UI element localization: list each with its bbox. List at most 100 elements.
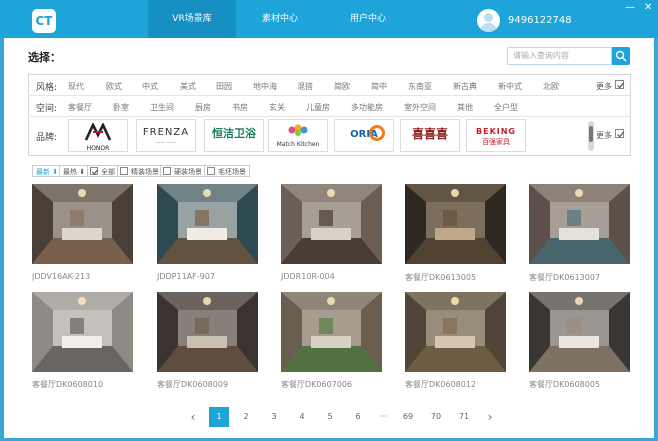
filter-space-item[interactable]: 玄关 (269, 102, 285, 113)
filter-style-item[interactable]: 新古典 (453, 81, 477, 92)
filter-style-item[interactable]: 地中海 (253, 81, 277, 92)
filter-space-item[interactable]: 书房 (232, 102, 248, 113)
tab-user-center[interactable]: 用户中心 (324, 0, 412, 38)
brand-scrollbar-thumb[interactable] (589, 126, 593, 142)
filter-space-item[interactable]: 卧室 (113, 102, 129, 113)
scene-thumbnail[interactable] (529, 292, 630, 372)
scene-image (32, 292, 133, 372)
style-more-link[interactable]: 更多 (596, 81, 612, 92)
brand-frenza[interactable]: FRENZA —— —— (136, 119, 196, 152)
filter-style-item[interactable]: 田园 (216, 81, 232, 92)
type-all-label: 全部 (101, 168, 115, 176)
minimize-button[interactable]: — (625, 2, 635, 14)
filter-label-brand: 品牌: (36, 133, 58, 143)
page-button[interactable]: 6 (348, 407, 368, 427)
honor-logo-icon (84, 122, 112, 141)
sort-latest-button[interactable]: 最新 ⬇ (32, 165, 63, 177)
scene-thumbnail[interactable] (157, 292, 258, 372)
scene-title[interactable]: JDDV16AK-213 (32, 272, 90, 281)
filter-style-item[interactable]: 简欧 (334, 81, 350, 92)
page-button[interactable]: 4 (292, 407, 312, 427)
search-input[interactable]: 请输入查询内容 (507, 47, 612, 65)
scene-title[interactable]: 客餐厅DK0613007 (529, 272, 600, 283)
scene-title[interactable]: 客餐厅DK0608009 (157, 379, 228, 390)
filter-divider (28, 95, 631, 96)
scene-title[interactable]: 客餐厅DK0608005 (529, 379, 600, 390)
scene-title[interactable]: 客餐厅DK0608010 (32, 379, 103, 390)
scene-thumbnail[interactable] (281, 184, 382, 264)
filter-style-item[interactable]: 美式 (180, 81, 196, 92)
filter-space-item[interactable]: 多功能房 (351, 102, 383, 113)
type-fine-checkbox[interactable] (120, 167, 128, 175)
close-button[interactable]: ✕ (644, 2, 652, 14)
scene-thumbnail[interactable] (32, 292, 133, 372)
scene-image (405, 184, 506, 264)
filter-style-item[interactable]: 北欧 (543, 81, 559, 92)
scene-thumbnail[interactable] (405, 184, 506, 264)
filter-style-item[interactable]: 混搭 (297, 81, 313, 92)
scene-title[interactable]: 客餐厅DK0607006 (281, 379, 352, 390)
type-filter-hard[interactable]: 硬装场景 (160, 165, 206, 177)
scene-thumbnail[interactable] (529, 184, 630, 264)
brand-more-link[interactable]: 更多 (596, 130, 612, 141)
type-hard-checkbox[interactable] (163, 167, 171, 175)
brand-expand-checkbox[interactable] (615, 129, 624, 138)
app-logo: CT (32, 9, 56, 33)
filter-style-item[interactable]: 现代 (68, 81, 84, 92)
check-icon (91, 169, 99, 175)
check-icon (617, 131, 624, 138)
next-page-button[interactable]: › (483, 407, 497, 427)
scene-image (281, 184, 382, 264)
brand-beking[interactable]: BEKING 百强家具 (466, 119, 526, 152)
filter-space-item[interactable]: 全户型 (494, 102, 518, 113)
brand-xixixi[interactable]: 喜喜喜 (400, 119, 460, 152)
prev-page-button[interactable]: ‹ (186, 407, 200, 427)
scene-title[interactable]: JDDP11AF-907 (157, 272, 215, 281)
brand-hegii[interactable]: 恒洁卫浴 (204, 119, 264, 152)
scene-title[interactable]: JDDR10R-004 (281, 272, 335, 281)
filter-style-item[interactable]: 中式 (142, 81, 158, 92)
scene-image (157, 184, 258, 264)
search-icon (615, 50, 627, 62)
type-filter-all[interactable]: 全部 (87, 165, 119, 177)
avatar[interactable] (477, 9, 500, 32)
page-button[interactable]: 69 (398, 407, 418, 427)
sort-hot-button[interactable]: 最热 ⬇ (59, 165, 90, 177)
page-button[interactable]: 5 (320, 407, 340, 427)
scene-thumbnail[interactable] (281, 292, 382, 372)
filter-space-item[interactable]: 厨房 (195, 102, 211, 113)
page-button[interactable]: 1 (209, 407, 229, 427)
page-button[interactable]: 70 (426, 407, 446, 427)
scene-title[interactable]: 客餐厅DK0608012 (405, 379, 476, 390)
tab-material-center[interactable]: 素材中心 (236, 0, 324, 38)
brand-match-kitchen[interactable]: Match Kitchen (268, 119, 328, 152)
filter-style-item[interactable]: 东南亚 (408, 81, 432, 92)
scene-image (529, 292, 630, 372)
type-rough-checkbox[interactable] (207, 167, 215, 175)
filter-space-item[interactable]: 儿童房 (306, 102, 330, 113)
type-filter-rough[interactable]: 毛坯场景 (204, 165, 250, 177)
filter-space-item[interactable]: 客餐厅 (68, 102, 92, 113)
filter-space-item[interactable]: 室外空间 (404, 102, 436, 113)
filter-space-item[interactable]: 卫生间 (150, 102, 174, 113)
scene-thumbnail[interactable] (32, 184, 133, 264)
filter-style-item[interactable]: 简中 (371, 81, 387, 92)
page-button[interactable]: 2 (236, 407, 256, 427)
tab-vr-scene-library[interactable]: VR场景库 (148, 0, 236, 38)
brand-oria[interactable]: ORIA (334, 119, 394, 152)
page-button[interactable]: 3 (264, 407, 284, 427)
filter-space-item[interactable]: 其他 (457, 102, 473, 113)
type-all-checkbox[interactable] (90, 167, 99, 175)
scene-title[interactable]: 客餐厅DK0613005 (405, 272, 476, 283)
search-button[interactable] (612, 47, 630, 65)
page-button[interactable]: 71 (454, 407, 474, 427)
user-phone: 9496122748 (508, 15, 572, 26)
scene-thumbnail[interactable] (405, 292, 506, 372)
type-filter-fine[interactable]: 精装场景 (117, 165, 163, 177)
type-fine-label: 精装场景 (131, 168, 159, 176)
filter-style-item[interactable]: 新中式 (498, 81, 522, 92)
brand-honor[interactable]: HONOR (68, 119, 128, 152)
filter-style-item[interactable]: 欧式 (106, 81, 122, 92)
scene-thumbnail[interactable] (157, 184, 258, 264)
style-expand-checkbox[interactable] (615, 80, 624, 89)
